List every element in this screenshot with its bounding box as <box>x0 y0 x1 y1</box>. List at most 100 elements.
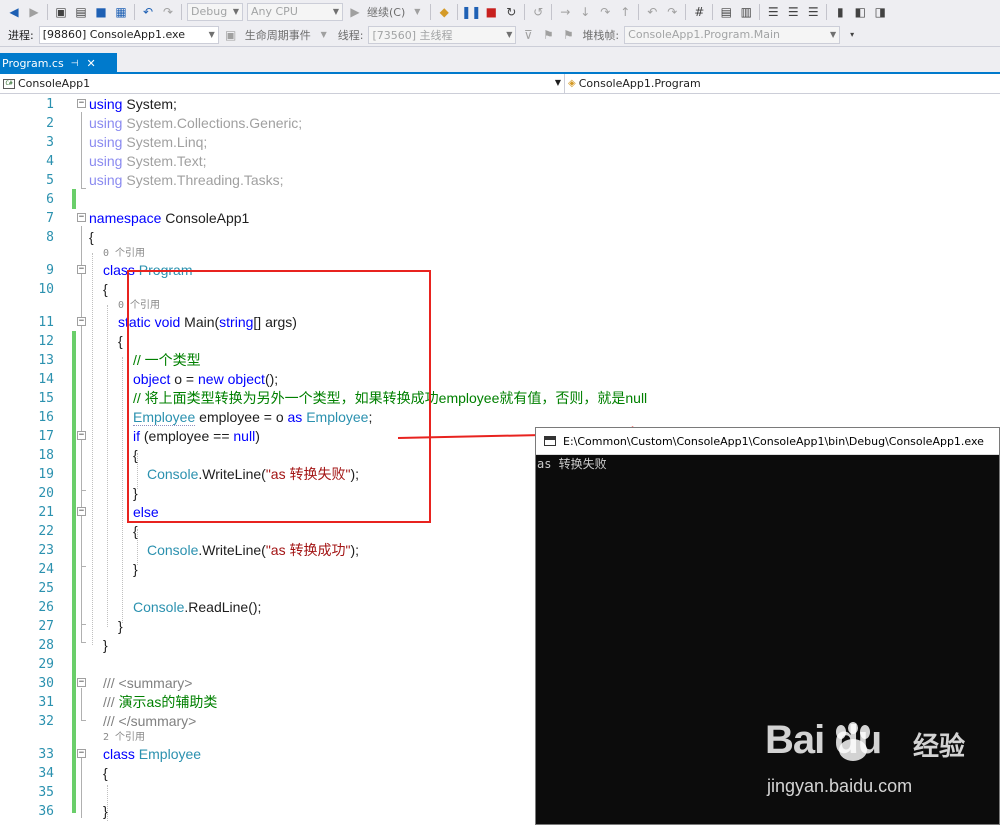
chevron-down-icon[interactable]: ▼ <box>316 27 332 43</box>
code-line-33: class Employee <box>103 745 201 764</box>
collapse-toggle[interactable]: − <box>77 507 86 516</box>
bookmark-icon[interactable]: ▮ <box>832 4 848 20</box>
code-line-10: { <box>103 281 108 297</box>
line-number: 18 <box>38 448 54 463</box>
solution-platform-dropdown[interactable]: Any CPU ▼ <box>247 2 343 21</box>
solution-configuration-dropdown[interactable]: Debug ▼ <box>187 2 243 21</box>
stackframe-dropdown[interactable]: ConsoleApp1.Program.Main ▼ <box>624 25 841 44</box>
chevron-down-icon[interactable]: ▼ <box>409 4 425 20</box>
next-bookmark-icon[interactable]: ◨ <box>872 4 888 20</box>
line-number: 14 <box>38 372 54 387</box>
continue-button[interactable]: 继续(C) <box>367 4 405 20</box>
collapse-toggle[interactable]: − <box>77 99 86 108</box>
outline-end <box>81 566 86 567</box>
csharp-project-icon: C# <box>3 78 15 89</box>
line-number: 20 <box>38 486 54 501</box>
navigate-forward-icon[interactable]: ▶ <box>26 4 42 20</box>
filter-icon[interactable]: ⊽ <box>520 27 536 43</box>
line-number: 25 <box>38 581 54 596</box>
step-out-icon[interactable]: ↑ <box>617 4 633 20</box>
play-icon[interactable]: ▶ <box>347 4 363 20</box>
keyword: using <box>89 172 123 188</box>
open-file-icon[interactable]: ▤ <box>73 4 89 20</box>
collapse-toggle[interactable]: − <box>77 749 86 758</box>
toolbar-overflow-icon[interactable]: ▾ <box>844 27 860 43</box>
line-number: 9 <box>46 263 54 278</box>
change-indicator <box>72 637 76 813</box>
keyword: using <box>89 115 123 131</box>
undo-icon[interactable]: ↶ <box>140 4 156 20</box>
step-into-icon[interactable]: ↓ <box>577 4 593 20</box>
collapse-toggle[interactable]: − <box>77 431 86 440</box>
collapse-toggle[interactable]: − <box>77 678 86 687</box>
navigate-back-icon[interactable]: ◀ <box>6 4 22 20</box>
line-number: 17 <box>38 429 54 444</box>
hex-display-icon[interactable]: # <box>691 4 707 20</box>
doc-comment-prefix: /// <box>103 694 119 710</box>
toolbar-separator <box>712 3 714 20</box>
outline-end <box>81 720 86 721</box>
lifecycle-events-icon: ▣ <box>225 27 237 42</box>
save-icon[interactable]: ■ <box>93 4 109 20</box>
type-name: Console <box>133 599 185 615</box>
string-literal: "as 转换成功" <box>265 542 351 558</box>
keyword: namespace <box>89 210 162 226</box>
outdent-icon[interactable]: ☰ <box>765 4 781 20</box>
line-number: 6 <box>46 192 54 207</box>
pin-icon[interactable]: ⊣ <box>71 59 79 69</box>
outline-line <box>81 516 82 566</box>
tab-label: Program.cs <box>2 57 64 70</box>
console-title-bar[interactable]: E:\Common\Custom\ConsoleApp1\ConsoleApp1… <box>536 428 999 455</box>
line-number: 3 <box>46 135 54 150</box>
code-line-27: } <box>118 618 123 634</box>
line-number: 35 <box>38 785 54 800</box>
code-line-4: using System.Text; <box>89 152 207 171</box>
pause-icon[interactable]: ❚❚ <box>461 4 481 20</box>
line-number: 11 <box>38 315 54 330</box>
step-backward-icon[interactable]: ↶ <box>644 4 660 20</box>
codelens-references[interactable]: 2 个引用 <box>103 731 145 745</box>
indent-icon[interactable]: ☰ <box>785 4 801 20</box>
flag-threads-icon[interactable]: ⚑ <box>540 27 556 43</box>
line-number: 10 <box>38 282 54 297</box>
redo-icon[interactable]: ↷ <box>160 4 176 20</box>
toolbar-separator <box>457 3 459 20</box>
collapse-toggle[interactable]: − <box>77 317 86 326</box>
save-all-icon[interactable]: ▦ <box>113 4 129 20</box>
chevron-down-icon: ▼ <box>506 30 513 39</box>
attach-icon[interactable]: ◆ <box>436 4 452 20</box>
align-icon[interactable]: ☰ <box>805 4 821 20</box>
process-dropdown[interactable]: [98860] ConsoleApp1.exe ▼ <box>38 25 219 44</box>
stop-icon[interactable]: ■ <box>483 4 499 20</box>
code-text: System.Threading.Tasks; <box>122 172 284 188</box>
code-text: System.Collections.Generic; <box>122 115 303 131</box>
console-output: as 转换失败 <box>537 457 607 471</box>
project-dropdown[interactable]: C# ConsoleApp1 ▼ <box>0 74 565 93</box>
restart-icon[interactable]: ↻ <box>503 4 519 20</box>
step-forward-icon[interactable]: ↷ <box>664 4 680 20</box>
lifecycle-events-dropdown[interactable]: 生命周期事件 <box>245 27 311 43</box>
type-dropdown[interactable]: ◈ ConsoleApp1.Program <box>565 74 1000 93</box>
codelens-references[interactable]: 0 个引用 <box>103 247 145 261</box>
code-text: System; <box>122 96 177 112</box>
new-project-icon[interactable]: ▣ <box>53 4 69 20</box>
show-next-statement-icon[interactable]: → <box>557 4 573 20</box>
code-line-28: } <box>103 637 108 653</box>
line-number: 26 <box>38 600 54 615</box>
close-icon[interactable]: ✕ <box>87 57 96 70</box>
code-line-36: } <box>103 803 108 819</box>
collapse-toggle[interactable]: − <box>77 213 86 222</box>
tab-program-cs[interactable]: Program.cs ⊣ ✕ <box>0 53 117 74</box>
thread-dropdown[interactable]: [73560] 主线程 ▼ <box>368 25 517 44</box>
collapse-toggle[interactable]: − <box>77 265 86 274</box>
code-text: System.Linq; <box>122 134 208 150</box>
prev-bookmark-icon[interactable]: ◧ <box>852 4 868 20</box>
show-flagged-icon[interactable]: ⚑ <box>560 27 576 43</box>
comment-out-icon[interactable]: ▤ <box>718 4 734 20</box>
console-app-icon <box>544 436 556 446</box>
code-line-5: using System.Threading.Tasks; <box>89 171 284 190</box>
uncomment-icon[interactable]: ▥ <box>738 4 754 20</box>
step-over-icon[interactable]: ↷ <box>597 4 613 20</box>
outline-line <box>81 758 82 818</box>
hot-reload-icon[interactable]: ↺ <box>530 4 546 20</box>
